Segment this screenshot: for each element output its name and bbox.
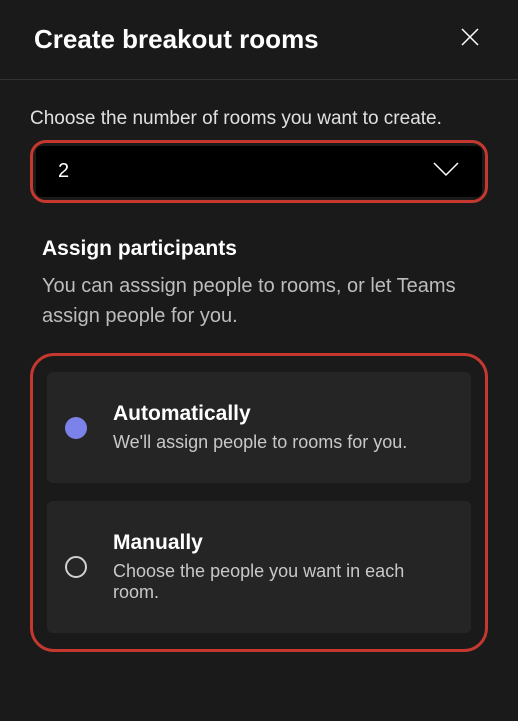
assign-title: Assign participants bbox=[42, 237, 488, 261]
room-count-value: 2 bbox=[58, 160, 69, 183]
chevron-down-icon bbox=[432, 161, 460, 182]
assign-option-automatically[interactable]: Automatically We'll assign people to roo… bbox=[47, 372, 471, 483]
assign-option-text: Manually Choose the people you want in e… bbox=[113, 531, 453, 603]
room-count-select[interactable]: 2 bbox=[36, 146, 482, 197]
dialog-title: Create breakout rooms bbox=[34, 24, 319, 55]
assign-section: Assign participants You can asssign peop… bbox=[30, 237, 488, 652]
close-button[interactable] bbox=[456, 26, 484, 54]
radio-unselected-icon bbox=[65, 556, 87, 578]
room-count-highlight: 2 bbox=[30, 140, 488, 203]
dialog-header: Create breakout rooms bbox=[0, 0, 518, 80]
assign-option-description: Choose the people you want in each room. bbox=[113, 561, 453, 603]
radio-selected-icon bbox=[65, 417, 87, 439]
assign-option-title: Manually bbox=[113, 531, 453, 555]
dialog-content: Choose the number of rooms you want to c… bbox=[0, 80, 518, 652]
assign-description: You can asssign people to rooms, or let … bbox=[42, 271, 488, 331]
assign-option-title: Automatically bbox=[113, 402, 453, 426]
room-count-prompt: Choose the number of rooms you want to c… bbox=[30, 108, 488, 130]
assign-option-manually[interactable]: Manually Choose the people you want in e… bbox=[47, 501, 471, 633]
close-icon bbox=[458, 25, 482, 54]
assign-option-text: Automatically We'll assign people to roo… bbox=[113, 402, 453, 453]
assign-option-description: We'll assign people to rooms for you. bbox=[113, 432, 453, 453]
assign-options-highlight: Automatically We'll assign people to roo… bbox=[30, 353, 488, 652]
